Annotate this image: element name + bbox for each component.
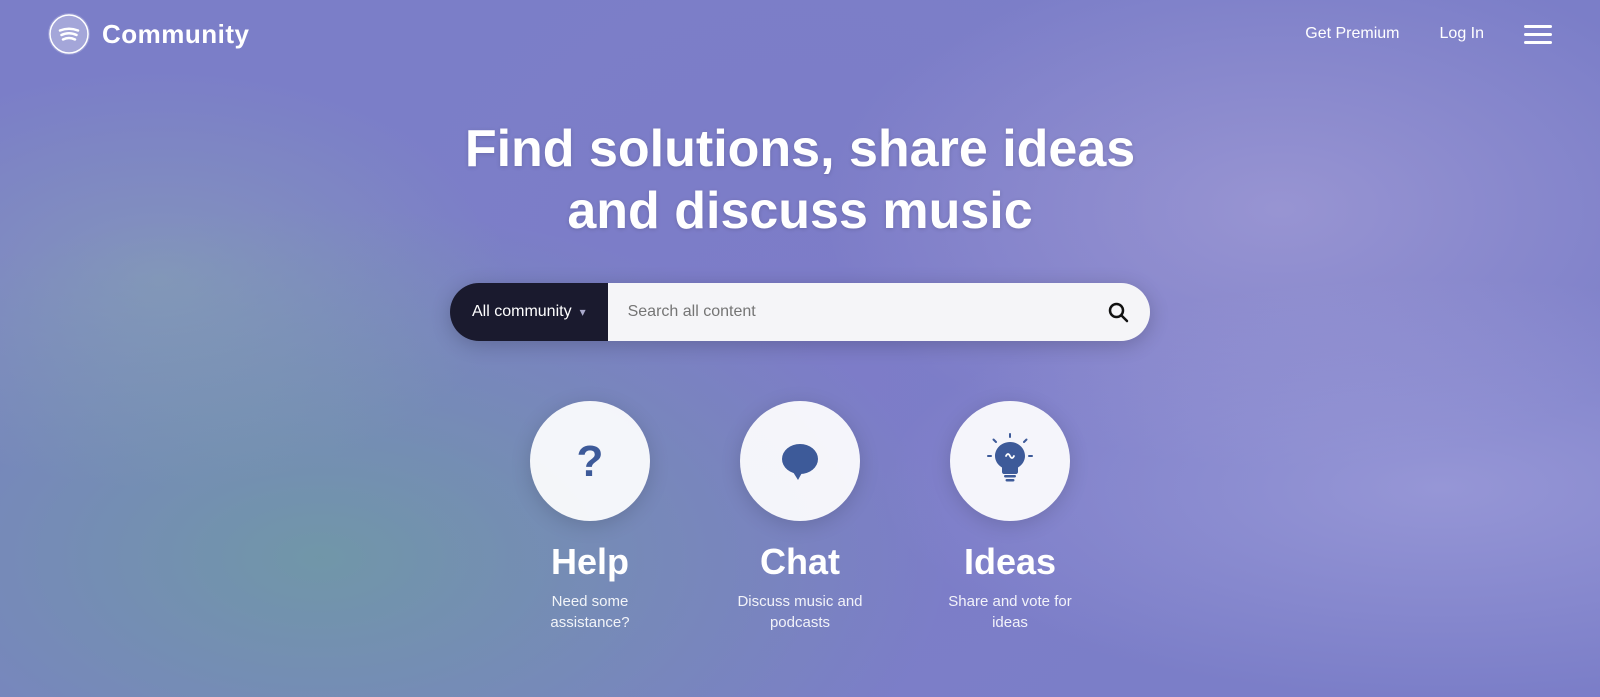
ideas-card[interactable]: Ideas Share and vote for ideas [945,401,1075,633]
get-premium-link[interactable]: Get Premium [1305,25,1399,43]
lightbulb-icon [981,432,1039,490]
ideas-card-subtitle: Share and vote for ideas [945,591,1075,633]
community-filter-dropdown[interactable]: All community ▾ [450,283,608,341]
hamburger-line-1 [1524,25,1552,28]
site-title: Community [102,19,250,50]
log-in-link[interactable]: Log In [1440,25,1484,43]
chat-icon-circle [740,401,860,521]
search-button[interactable] [1086,283,1150,341]
ideas-card-title: Ideas [964,541,1056,583]
chat-card[interactable]: Chat Discuss music and podcasts [735,401,865,633]
hamburger-line-3 [1524,41,1552,44]
ideas-icon-circle [950,401,1070,521]
help-card-title: Help [551,541,629,583]
help-icon-circle: ? [530,401,650,521]
help-card[interactable]: ? Help Need some assistance? [525,401,655,633]
search-input-area [608,283,1086,341]
hero-heading: Find solutions, share ideasand discuss m… [465,118,1135,243]
chat-card-subtitle: Discuss music and podcasts [735,591,865,633]
chat-bubble-icon [771,432,829,490]
hero-section: Find solutions, share ideasand discuss m… [0,68,1600,341]
hamburger-menu[interactable] [1524,25,1552,44]
nav-right: Get Premium Log In [1305,25,1552,44]
navbar: Community Get Premium Log In [0,0,1600,68]
search-bar: All community ▾ [450,283,1150,341]
chat-card-title: Chat [760,541,840,583]
search-input[interactable] [628,303,1066,321]
spotify-logo-icon [48,13,90,55]
cards-section: ? Help Need some assistance? Chat Discus… [0,401,1600,633]
dropdown-label: All community [472,303,572,321]
logo-area[interactable]: Community [48,13,250,55]
question-mark-icon: ? [561,432,619,490]
help-card-subtitle: Need some assistance? [525,591,655,633]
hamburger-line-2 [1524,33,1552,36]
search-icon [1106,300,1130,324]
chevron-down-icon: ▾ [580,305,586,319]
svg-text:?: ? [577,437,604,486]
